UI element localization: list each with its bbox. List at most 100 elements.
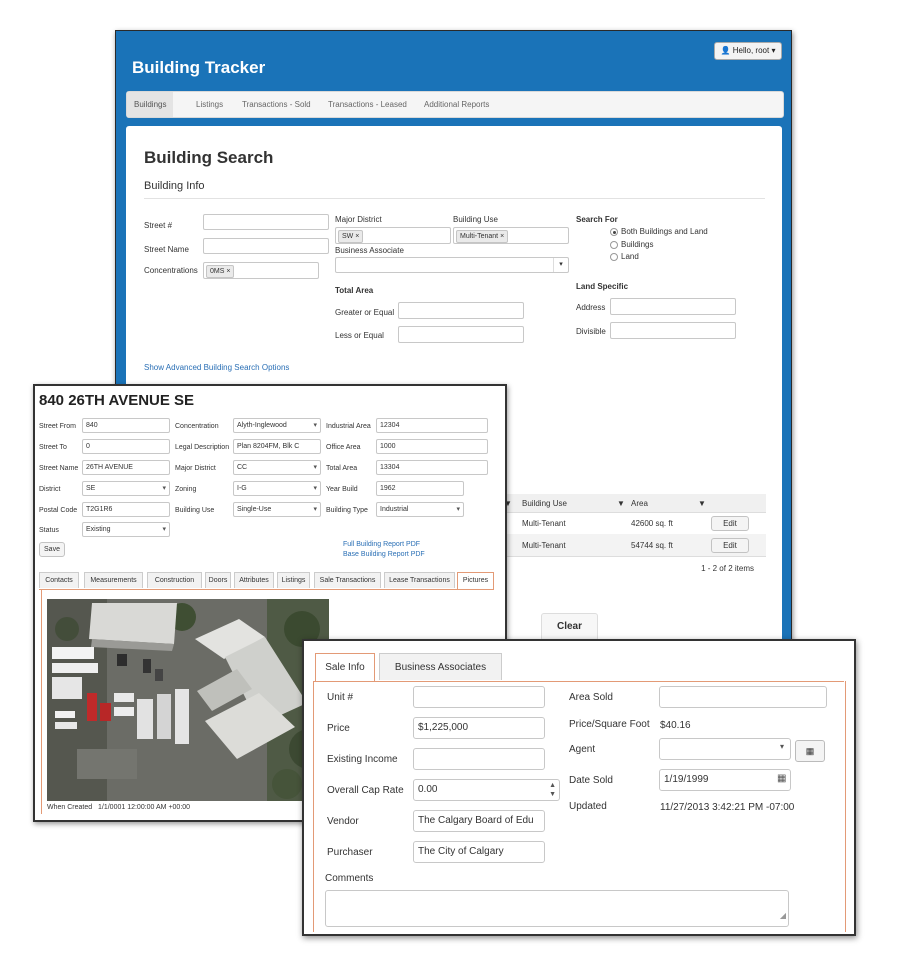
vendor-input[interactable]: The Calgary Board of Edu xyxy=(413,810,545,832)
street-name-label: Street Name xyxy=(39,465,79,472)
nav-transactions-sold[interactable]: Transactions - Sold xyxy=(235,92,318,117)
cap-rate-label: Overall Cap Rate xyxy=(327,785,404,796)
major-district-multiselect[interactable]: SW × xyxy=(335,227,451,244)
district-select[interactable]: SE xyxy=(82,481,170,496)
radio-buildings[interactable] xyxy=(610,241,618,249)
price-input[interactable]: $1,225,000 xyxy=(413,717,545,739)
advanced-search-link[interactable]: Show Advanced Building Search Options xyxy=(144,363,289,372)
resize-handle-icon[interactable]: ◢ xyxy=(780,906,786,926)
tab-attributes[interactable]: Attributes xyxy=(234,572,274,588)
nav-listings[interactable]: Listings xyxy=(189,92,230,117)
building-use-multiselect[interactable]: Multi-Tenant × xyxy=(453,227,569,244)
clear-button[interactable]: Clear xyxy=(541,613,598,641)
concentrations-label: Concentrations xyxy=(144,266,198,275)
street-to-input[interactable]: 0 xyxy=(82,439,170,454)
base-report-link[interactable]: Base Building Report PDF xyxy=(343,551,425,558)
tab-construction[interactable]: Construction xyxy=(147,572,202,588)
industrial-area-input[interactable]: 12304 xyxy=(376,418,488,433)
nav-additional-reports[interactable]: Additional Reports xyxy=(417,92,496,117)
date-sold-label: Date Sold xyxy=(569,775,613,786)
save-button[interactable]: Save xyxy=(39,542,65,557)
postal-code-input[interactable]: T2G1R6 xyxy=(82,502,170,517)
edit-button[interactable]: Edit xyxy=(711,516,749,531)
street-number-input[interactable] xyxy=(203,214,329,230)
sale-info-window: Sale Info Business Associates Unit # Pri… xyxy=(302,639,856,936)
row-area: 42600 sq. ft xyxy=(631,519,673,528)
tab-contacts[interactable]: Contacts xyxy=(39,572,79,588)
calendar-list-button[interactable]: ▦ xyxy=(795,740,825,762)
tab-pictures[interactable]: Pictures xyxy=(457,572,494,589)
tab-sale-info[interactable]: Sale Info xyxy=(315,653,375,681)
filter-icon[interactable]: ▼ xyxy=(617,499,625,508)
address-input[interactable] xyxy=(610,298,736,315)
status-select[interactable]: Existing xyxy=(82,522,170,537)
full-report-link[interactable]: Full Building Report PDF xyxy=(343,541,420,548)
postal-code-label: Postal Code xyxy=(39,507,78,514)
sale-tabs: Sale Info Business Associates xyxy=(313,653,844,682)
calendar-icon[interactable]: ▦ xyxy=(777,773,786,784)
nav-transactions-leased[interactable]: Transactions - Leased xyxy=(321,92,414,117)
existing-income-input[interactable] xyxy=(413,748,545,770)
row-building-use: Multi-Tenant xyxy=(522,541,566,550)
total-area-input[interactable]: 13304 xyxy=(376,460,488,475)
header-building-use[interactable]: Building Use xyxy=(522,499,567,508)
street-name-label: Street Name xyxy=(144,245,189,254)
edit-button[interactable]: Edit xyxy=(711,538,749,553)
tab-business-associates[interactable]: Business Associates xyxy=(379,653,502,680)
building-use-tag[interactable]: Multi-Tenant × xyxy=(456,230,509,243)
office-area-label: Office Area xyxy=(326,444,361,451)
area-sold-input[interactable] xyxy=(659,686,827,708)
major-district-label: Major District xyxy=(175,465,216,472)
building-use-select[interactable]: Single-Use xyxy=(233,502,321,517)
radio-land[interactable] xyxy=(610,253,618,261)
caret-down-icon: ▾ xyxy=(771,46,776,55)
row-area: 54744 sq. ft xyxy=(631,541,673,550)
radio-both[interactable] xyxy=(610,228,618,236)
area-less-input[interactable] xyxy=(398,326,524,343)
tab-sale-transactions[interactable]: Sale Transactions xyxy=(314,572,381,588)
header-area[interactable]: Area xyxy=(631,499,648,508)
street-name-input[interactable]: 26TH AVENUE xyxy=(82,460,170,475)
building-type-select[interactable]: Industrial xyxy=(376,502,464,517)
date-sold-input[interactable]: 1/19/1999 xyxy=(659,769,791,791)
concentration-select[interactable]: Alyth-Inglewood xyxy=(233,418,321,433)
user-menu-button[interactable]: 👤 Hello, root ▾ xyxy=(714,42,782,60)
zoning-select[interactable]: I-G xyxy=(233,481,321,496)
concentration-tag[interactable]: 0MS × xyxy=(206,265,235,278)
app-title: Building Tracker xyxy=(132,58,266,77)
updated-value: 11/27/2013 3:42:21 PM -07:00 xyxy=(660,802,795,813)
unit-input[interactable] xyxy=(413,686,545,708)
major-district-select[interactable]: CC xyxy=(233,460,321,475)
divisible-input[interactable] xyxy=(610,322,736,339)
cap-rate-input[interactable]: 0.00 ▲ ▼ xyxy=(413,779,560,801)
tab-listings[interactable]: Listings xyxy=(277,572,310,588)
nav-buildings[interactable]: Buildings xyxy=(127,92,174,117)
year-build-input[interactable]: 1962 xyxy=(376,481,464,496)
street-from-input[interactable]: 840 xyxy=(82,418,170,433)
major-district-tag[interactable]: SW × xyxy=(338,230,364,243)
business-associate-select[interactable]: ▾ xyxy=(335,257,569,273)
stepper-icon[interactable]: ▲ ▼ xyxy=(549,781,556,799)
radio-buildings-label: Buildings xyxy=(621,240,654,249)
calendar-icon: ▦ xyxy=(805,746,815,756)
tab-measurements[interactable]: Measurements xyxy=(84,572,143,588)
tab-doors[interactable]: Doors xyxy=(205,572,231,588)
business-associate-label: Business Associate xyxy=(335,246,404,255)
price-per-sqft-label: Price/Square Foot xyxy=(569,719,650,730)
area-greater-input[interactable] xyxy=(398,302,524,319)
tab-lease-transactions[interactable]: Lease Transactions xyxy=(384,572,455,588)
aerial-photo[interactable] xyxy=(47,599,329,801)
legal-description-input[interactable]: Plan 8204FM, Blk C xyxy=(233,439,321,454)
street-name-input[interactable] xyxy=(203,238,329,254)
legal-description-label: Legal Description xyxy=(175,444,230,451)
comments-textarea[interactable]: ◢ xyxy=(325,890,789,927)
filter-icon[interactable]: ▼ xyxy=(698,499,706,508)
radio-land-label: Land xyxy=(621,252,639,261)
purchaser-input[interactable]: The City of Calgary xyxy=(413,841,545,863)
price-per-sqft-value: $40.16 xyxy=(660,720,691,731)
land-specific-label: Land Specific xyxy=(576,282,629,291)
office-area-input[interactable]: 1000 xyxy=(376,439,488,454)
concentrations-multiselect[interactable]: 0MS × xyxy=(203,262,319,279)
agent-select[interactable] xyxy=(659,738,791,760)
total-area-label: Total Area xyxy=(335,286,374,295)
